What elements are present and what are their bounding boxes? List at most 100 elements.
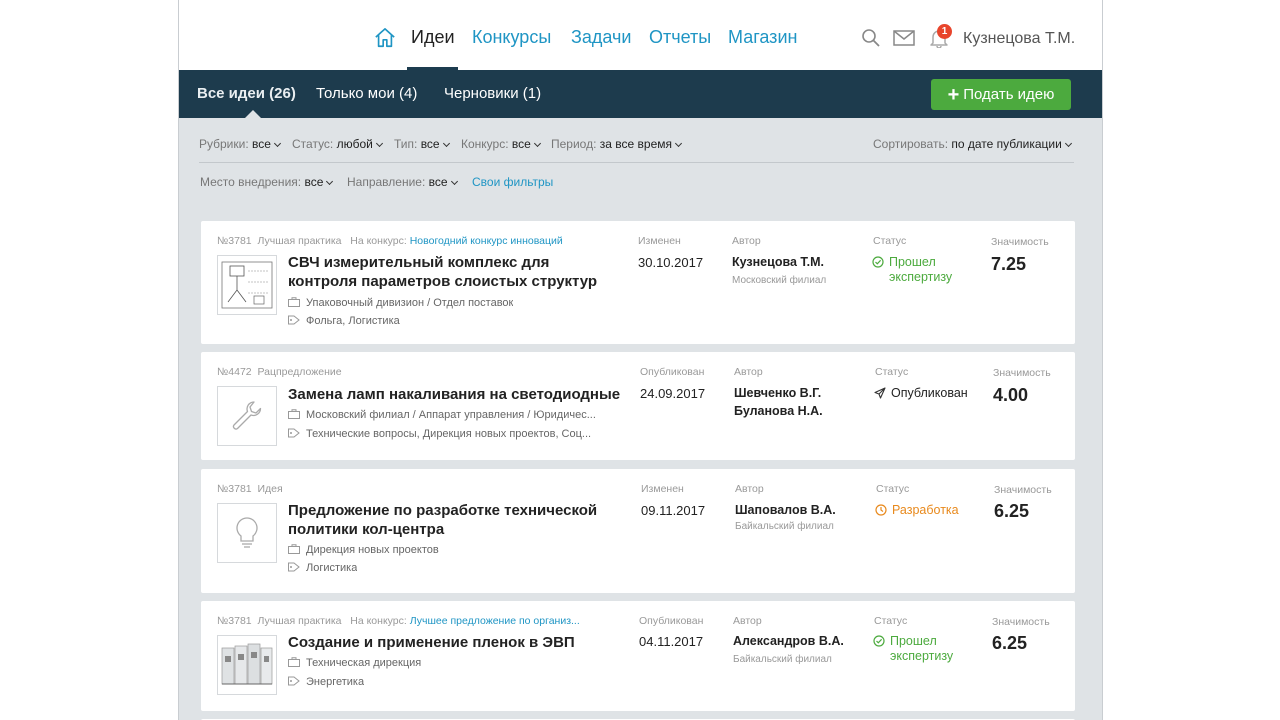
contest-prefix: На конкурс: — [350, 235, 407, 247]
tab-drafts[interactable]: Черновики (1) — [444, 85, 541, 102]
status-badge: Прошел экспертизу — [873, 634, 970, 664]
author-label: Автор — [733, 615, 762, 627]
filter-direction[interactable]: Направление: все — [347, 175, 458, 189]
idea-title[interactable]: Создание и применение пленок в ЭВП — [288, 633, 618, 652]
idea-tags: Логистика — [288, 562, 357, 574]
app-frame: Идеи Конкурсы Задачи Отчеты Магазин 1 Ку… — [178, 0, 1103, 720]
filter-status-label: Статус: — [292, 137, 334, 151]
check-circle-icon — [872, 256, 884, 268]
idea-number: №3781 — [217, 235, 252, 247]
schematic-image — [221, 261, 273, 309]
author-label: Автор — [734, 366, 763, 378]
own-filters-link[interactable]: Свои фильтры — [472, 175, 553, 189]
status-label: Статус — [876, 483, 910, 495]
tag-icon — [288, 676, 300, 686]
filter-divider — [199, 162, 1074, 163]
nav-tasks[interactable]: Задачи — [571, 27, 631, 48]
idea-tags: Технические вопросы, Дирекция новых прое… — [288, 428, 591, 440]
chevron-down-icon — [326, 177, 334, 186]
department-text: Московский филиал / Аппарат управления /… — [306, 409, 596, 421]
filter-place[interactable]: Место внедрения: все — [200, 175, 334, 189]
idea-meta: №3781 Лучшая практика На конкурс: Лучшее… — [217, 615, 580, 627]
author-label: Автор — [735, 483, 764, 495]
idea-number: №4472 — [217, 366, 252, 378]
nav-ideas[interactable]: Идеи — [411, 27, 455, 48]
user-name[interactable]: Кузнецова Т.М. — [963, 30, 1075, 48]
filter-contest-value: все — [511, 137, 531, 151]
status-text: Опубликован — [891, 386, 968, 400]
nav-contests[interactable]: Конкурсы — [472, 27, 551, 48]
filter-period[interactable]: Период: за все время — [551, 137, 683, 151]
idea-card[interactable]: №3781 Лучшая практика На конкурс: Нового… — [201, 221, 1075, 344]
idea-score: 7.25 — [991, 254, 1027, 274]
status-badge: Разработка — [875, 503, 959, 518]
idea-department: Московский филиал / Аппарат управления /… — [288, 409, 596, 421]
date-label: Опубликован — [639, 615, 704, 627]
idea-number: №3781 — [217, 483, 252, 495]
date-label: Изменен — [638, 235, 681, 247]
filter-direction-label: Направление: — [347, 175, 426, 189]
tab-all-ideas[interactable]: Все идеи (26) — [197, 85, 296, 102]
search-icon[interactable] — [861, 28, 881, 48]
idea-type: Рацпредложение — [257, 366, 342, 378]
filter-rubric-label: Рубрики: — [199, 137, 249, 151]
tag-icon — [288, 315, 300, 325]
idea-date: 24.09.2017 — [640, 386, 706, 401]
nav-shop[interactable]: Магазин — [728, 27, 797, 48]
tags-text: Энергетика — [306, 676, 365, 688]
filter-rubric[interactable]: Рубрики: все — [199, 137, 281, 151]
idea-card[interactable]: №4472 Рацпредложение Замена ламп накалив… — [201, 352, 1075, 460]
contest-link[interactable]: Новогодний конкурс инноваций — [410, 235, 563, 247]
idea-tags: Фольга, Логистика — [288, 315, 400, 327]
idea-score: 6.25 — [992, 633, 1028, 653]
briefcase-icon — [288, 544, 300, 554]
idea-date: 09.11.2017 — [641, 503, 706, 518]
mail-icon[interactable] — [893, 28, 915, 48]
equipment-image — [221, 643, 273, 685]
idea-card[interactable]: №3781 Идея Предложение по разработке тех… — [201, 469, 1075, 593]
ideas-subnav: Все идеи (26) Только мои (4) Черновики (… — [179, 70, 1102, 118]
notification-badge: 1 — [937, 24, 952, 39]
idea-author[interactable]: Кузнецова Т.М. — [732, 253, 824, 272]
idea-author[interactable]: Александров В.А. — [733, 632, 844, 651]
idea-department: Техническая дирекция — [288, 657, 421, 669]
chevron-down-icon — [375, 139, 383, 148]
idea-coauthor[interactable]: Буланова Н.А. — [734, 402, 823, 421]
submit-idea-label: Подать идею — [963, 86, 1055, 103]
idea-card[interactable]: №3781 Лучшая практика На конкурс: Лучшее… — [201, 601, 1075, 711]
author-branch: Московский филиал — [732, 275, 827, 286]
status-badge: Прошел экспертизу — [872, 255, 969, 285]
nav-reports[interactable]: Отчеты — [649, 27, 711, 48]
sort-value: по дате публикации — [951, 137, 1062, 151]
chevron-down-icon — [442, 139, 450, 148]
tags-text: Логистика — [306, 562, 358, 574]
idea-title[interactable]: Предложение по разработке технической по… — [288, 501, 608, 539]
idea-title[interactable]: СВЧ измерительный комплекс для контроля … — [288, 253, 618, 291]
sort-select[interactable]: Сортировать: по дате публикации — [873, 137, 1072, 151]
check-circle-icon — [873, 635, 885, 647]
idea-title[interactable]: Замена ламп накаливания на светодиодные — [288, 385, 628, 404]
tag-icon — [288, 562, 300, 572]
chevron-down-icon — [273, 139, 281, 148]
submit-idea-button[interactable]: + Подать идею — [931, 79, 1071, 110]
idea-meta: №3781 Лучшая практика На конкурс: Нового… — [217, 235, 563, 247]
chevron-down-icon — [533, 139, 541, 148]
briefcase-icon — [288, 297, 300, 307]
idea-thumbnail — [217, 255, 277, 315]
idea-author[interactable]: Шевченко В.Г. — [734, 384, 821, 403]
filter-status[interactable]: Статус: любой — [292, 137, 383, 151]
idea-thumbnail — [217, 635, 277, 695]
chevron-down-icon — [1064, 139, 1072, 148]
author-branch: Байкальский филиал — [735, 521, 834, 532]
score-label: Значимость — [992, 616, 1050, 628]
filter-rubric-value: все — [252, 137, 271, 151]
idea-author[interactable]: Шаповалов В.А. — [735, 501, 836, 520]
filter-type[interactable]: Тип: все — [394, 137, 450, 151]
contest-link[interactable]: Лучшее предложение по организ... — [410, 615, 580, 627]
home-icon[interactable] — [374, 27, 396, 49]
date-label: Опубликован — [640, 366, 705, 378]
tab-only-mine[interactable]: Только мои (4) — [316, 85, 417, 102]
filter-contest[interactable]: Конкурс: все — [461, 137, 541, 151]
idea-thumbnail — [217, 503, 277, 563]
tag-icon — [288, 428, 300, 438]
